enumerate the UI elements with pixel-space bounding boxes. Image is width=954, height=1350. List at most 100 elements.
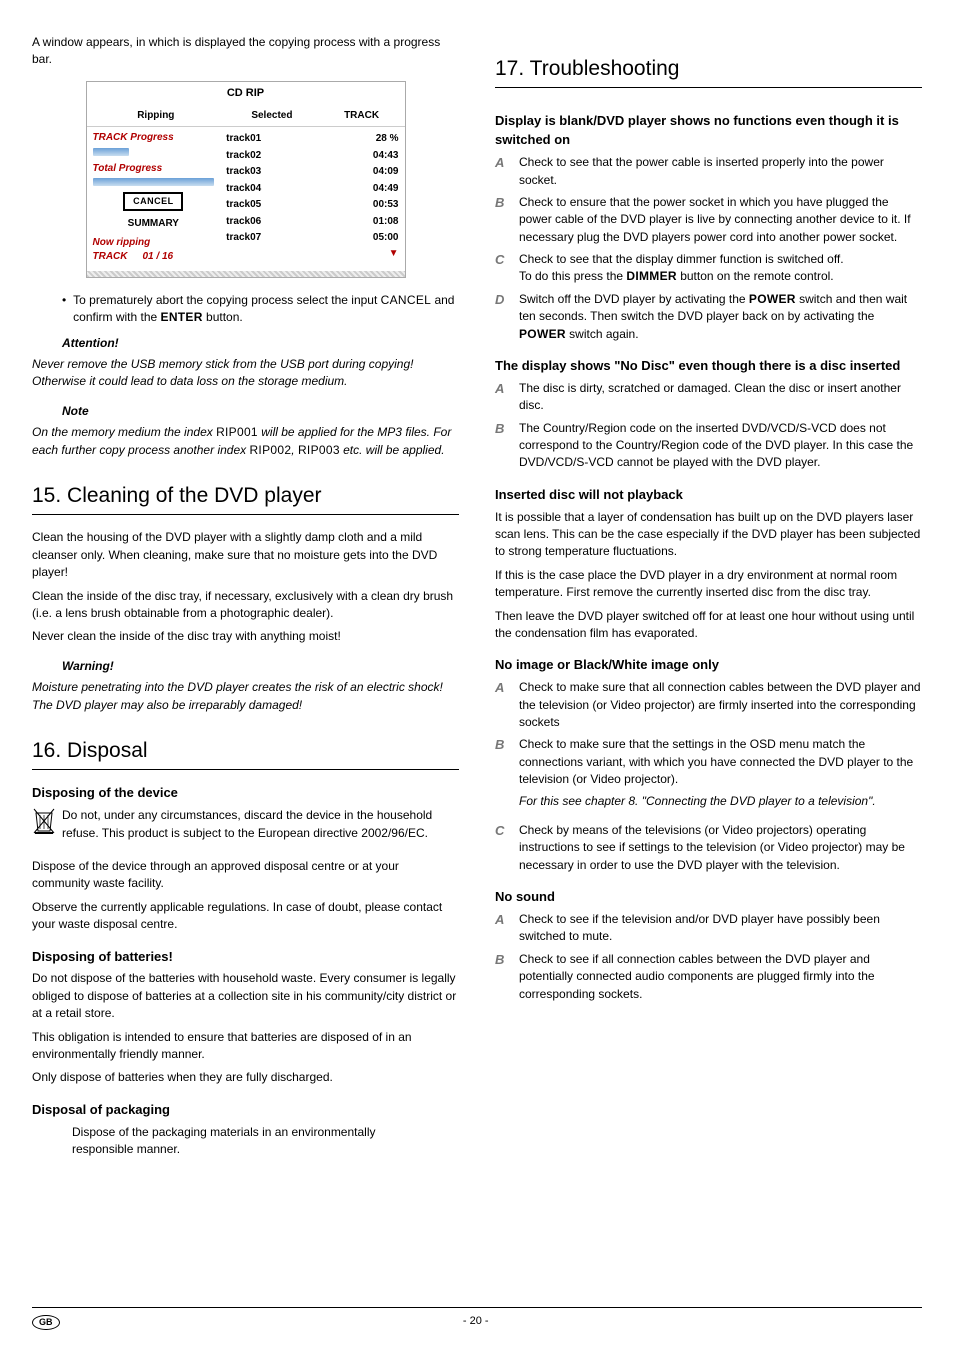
track-name: track06 <box>226 215 356 230</box>
step-b: BCheck to make sure that the settings in… <box>495 736 922 810</box>
note-heading: Note <box>62 403 459 420</box>
now-ripping-label: Now ripping <box>93 236 215 251</box>
track-val: 00:53 <box>357 198 399 213</box>
step-letter: D <box>495 291 519 343</box>
text: switch again. <box>566 327 639 341</box>
warning-body: Moisture penetrating into the DVD player… <box>32 679 459 714</box>
text: button on the remote control. <box>677 269 834 283</box>
step-letter: B <box>495 194 519 246</box>
track-count-row: TRACK 01 / 16 <box>93 250 215 265</box>
bullet-icon: • <box>62 292 73 327</box>
disposing-device-heading: Disposing of the device <box>32 784 459 803</box>
step-text: Switch off the DVD player by activating … <box>519 291 922 343</box>
step-text: Check to make sure that the settings in … <box>519 736 922 810</box>
intro-text: A window appears, in which is displayed … <box>32 34 459 69</box>
step-text: Check to see that the power cable is ins… <box>519 154 922 189</box>
track-label: TRACK <box>93 250 143 265</box>
step-letter: A <box>495 154 519 189</box>
enter-word: ENTER <box>161 310 203 324</box>
track-count: 01 / 16 <box>143 250 174 265</box>
note-body: On the memory medium the index RIP001 wi… <box>32 424 459 459</box>
rip-index: RIP002 <box>249 443 291 457</box>
text: etc. will be applied. <box>340 443 445 457</box>
text: Check to make sure that the settings in … <box>519 737 913 786</box>
troubleshoot-s3-heading: Inserted disc will not playback <box>495 486 922 505</box>
gb-badge: GB <box>32 1315 60 1330</box>
header-selected: Selected <box>219 109 325 124</box>
track-name: track04 <box>226 182 356 197</box>
text: Switch off the DVD player by activating … <box>519 292 749 306</box>
total-progress-bar <box>93 178 215 186</box>
reference-text: For this see chapter 8. "Connecting the … <box>519 793 922 810</box>
step-letter: C <box>495 822 519 874</box>
track-name: track05 <box>226 198 356 213</box>
disp-batt-p3: Only dispose of batteries when they are … <box>32 1069 459 1086</box>
step-text: Check to ensure that the power socket in… <box>519 194 922 246</box>
troubleshoot-s1-heading: Display is blank/DVD player shows no fun… <box>495 112 922 150</box>
disp-device-p3: Observe the currently applicable regulat… <box>32 899 459 934</box>
disp-pack-p: Dispose of the packaging materials in an… <box>72 1124 392 1159</box>
s3-p3: Then leave the DVD player switched off f… <box>495 608 922 643</box>
step-a: ACheck to see if the television and/or D… <box>495 911 922 946</box>
header-ripping: Ripping <box>93 109 220 124</box>
troubleshoot-s4-heading: No image or Black/White image only <box>495 656 922 675</box>
cancel-word: CANCEL <box>381 293 431 307</box>
track-progress-label: TRACK Progress <box>93 131 215 146</box>
rip-index: RIP003 <box>298 443 340 457</box>
bullet-text: To prematurely abort the copying process… <box>73 292 459 327</box>
cdrip-title: CD RIP <box>87 86 405 106</box>
step-c: CCheck to see that the display dimmer fu… <box>495 251 922 286</box>
track-name: track03 <box>226 165 356 180</box>
trash-bin-icon <box>32 807 56 835</box>
step-letter: A <box>495 679 519 731</box>
step-a: ACheck to see that the power cable is in… <box>495 154 922 189</box>
clean-p1: Clean the housing of the DVD player with… <box>32 529 459 581</box>
step-letter: A <box>495 380 519 415</box>
cdrip-row: track0601:08 <box>226 214 398 231</box>
disposal-packaging-heading: Disposal of packaging <box>32 1101 459 1120</box>
cancel-button[interactable]: CANCEL <box>123 192 183 211</box>
track-name: track07 <box>226 231 356 246</box>
bullet-item: • To prematurely abort the copying proce… <box>62 292 459 327</box>
cdrip-screenshot: CD RIP Ripping Selected TRACK TRACK Prog… <box>86 81 406 278</box>
disposing-batteries-heading: Disposing of batteries! <box>32 948 459 967</box>
text: On the memory medium the index <box>32 425 216 439</box>
disp-batt-p1: Do not dispose of the batteries with hou… <box>32 970 459 1022</box>
page-number: - 20 - <box>60 1314 893 1330</box>
track-val: 05:00 <box>357 231 399 246</box>
rip-index: RIP001 <box>216 425 258 439</box>
text: To prematurely abort the copying process… <box>73 293 381 307</box>
section-17-heading: 17. Troubleshooting <box>495 54 922 88</box>
step-letter: C <box>495 251 519 286</box>
track-val: 01:08 <box>357 215 399 230</box>
track-val: 04:43 <box>357 149 399 164</box>
cdrip-row: track0705:00 <box>226 230 398 247</box>
cdrip-row: track0204:43 <box>226 148 398 165</box>
track-val: 04:49 <box>357 182 399 197</box>
step-text: The Country/Region code on the inserted … <box>519 420 922 472</box>
scroll-down-icon[interactable]: ▼ <box>226 247 398 262</box>
step-a: AThe disc is dirty, scratched or damaged… <box>495 380 922 415</box>
disp-device-p1: Do not, under any circumstances, discard… <box>32 807 459 842</box>
disp-batt-p2: This obligation is intended to ensure th… <box>32 1029 459 1064</box>
step-c: CCheck by means of the televisions (or V… <box>495 822 922 874</box>
header-track: TRACK <box>325 109 399 124</box>
step-letter: A <box>495 911 519 946</box>
attention-body: Never remove the USB memory stick from t… <box>32 356 459 391</box>
step-text: Check to see that the display dimmer fun… <box>519 251 922 286</box>
clean-p2: Clean the inside of the disc tray, if ne… <box>32 588 459 623</box>
attention-heading: Attention! <box>62 335 459 352</box>
step-text: Check to see if all connection cables be… <box>519 951 922 1003</box>
cdrip-row: track0500:53 <box>226 197 398 214</box>
disp-device-p2: Dispose of the device through an approve… <box>32 858 459 893</box>
cdrip-bottom-bar <box>87 271 405 277</box>
warning-heading: Warning! <box>62 658 459 675</box>
track-name: track02 <box>226 149 356 164</box>
step-text: Check to see if the television and/or DV… <box>519 911 922 946</box>
summary-label: SUMMARY <box>93 217 215 232</box>
track-val: 28 % <box>357 132 399 147</box>
step-b: BCheck to ensure that the power socket i… <box>495 194 922 246</box>
track-progress-bar <box>93 148 129 156</box>
step-a: ACheck to make sure that all connection … <box>495 679 922 731</box>
step-b: BThe Country/Region code on the inserted… <box>495 420 922 472</box>
